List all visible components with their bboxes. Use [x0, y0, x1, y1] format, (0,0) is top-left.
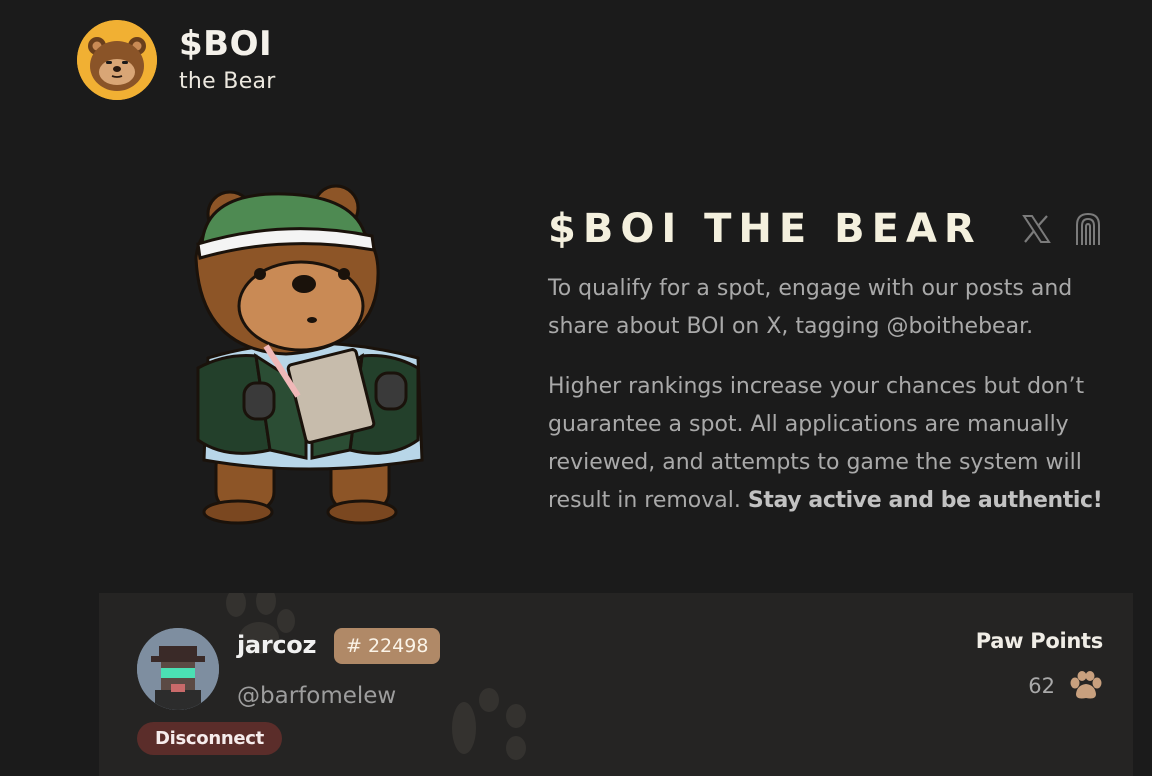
rankings-emphasis: Stay active and be authentic!	[747, 488, 1103, 513]
brand-subtitle: the Bear	[179, 69, 276, 94]
hero-section: $BOI THE BEAR To qualify for a spot, eng…	[548, 200, 1128, 520]
bear-illustration	[186, 178, 446, 528]
disconnect-button[interactable]: Disconnect	[137, 722, 282, 755]
user-card: jarcoz # 22498 @barfomelew Disconnect Pa…	[99, 593, 1133, 776]
user-name: jarcoz	[237, 631, 317, 659]
paw-points-value: 62	[1028, 674, 1055, 698]
paw-points: 62	[1028, 671, 1103, 701]
fingerprint-icon[interactable]	[1070, 211, 1106, 247]
x-icon[interactable]	[1018, 211, 1054, 247]
hero-title: $BOI THE BEAR	[548, 206, 982, 252]
user-handle: @barfomelew	[237, 683, 397, 709]
brand-title: $BOI	[179, 24, 273, 64]
paw-points-label: Paw Points	[975, 629, 1104, 653]
paw-icon	[1070, 671, 1102, 699]
paw-print-decor	[452, 688, 526, 760]
rankings-paragraph: Higher rankings increase your chances bu…	[548, 368, 1123, 520]
user-avatar[interactable]	[137, 628, 219, 710]
qualify-paragraph: To qualify for a spot, engage with our p…	[548, 276, 1073, 339]
brand-header[interactable]: $BOI the Bear	[77, 20, 276, 100]
page: $BOI the Bear $BOI THE BEAR To qualify f…	[0, 0, 1152, 776]
social-links	[1018, 211, 1122, 247]
rank-badge: # 22498	[334, 628, 441, 664]
bear-logo	[77, 20, 157, 100]
